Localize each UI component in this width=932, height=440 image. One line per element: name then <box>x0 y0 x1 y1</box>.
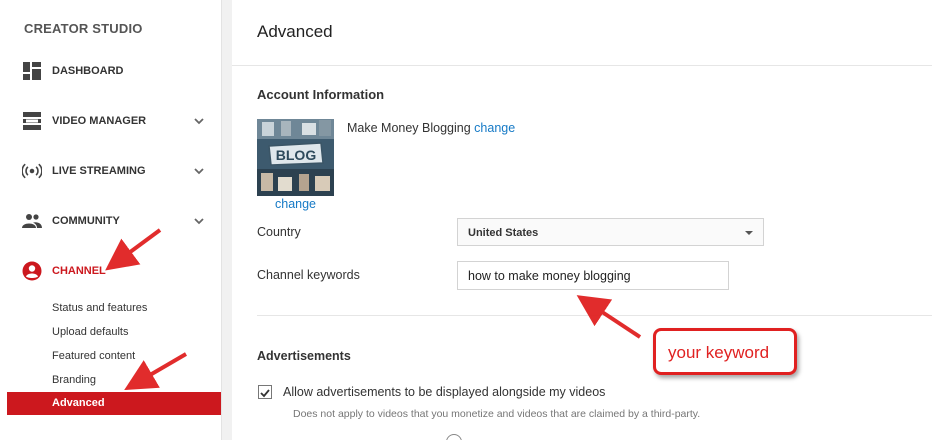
sidebar-subitem-advanced[interactable]: Advanced <box>7 392 221 415</box>
caret-down-icon <box>745 231 753 235</box>
sidebar-subitem-upload-defaults[interactable]: Upload defaults <box>52 326 128 338</box>
chevron-down-icon[interactable] <box>192 214 206 228</box>
sidebar-item-live-streaming[interactable]: LIVE STREAMING <box>0 156 222 186</box>
channel-keywords-input[interactable] <box>457 261 729 290</box>
sidebar-item-dashboard[interactable]: DASHBOARD <box>0 56 222 86</box>
section-divider <box>257 315 932 316</box>
sidebar-subitem-featured-content[interactable]: Featured content <box>52 350 135 362</box>
sidebar-item-label: VIDEO MANAGER <box>52 115 147 127</box>
sidebar-item-label: LIVE STREAMING <box>52 165 146 177</box>
sidebar-subitem-status-and-features[interactable]: Status and features <box>52 302 147 314</box>
checkmark-icon <box>260 389 270 398</box>
country-selected-value: United States <box>468 227 539 239</box>
channel-name-row: Make Money Blogging change <box>347 121 515 135</box>
keyword-callout: your keyword <box>653 328 797 375</box>
channel-keywords-label: Channel keywords <box>257 268 360 282</box>
sidebar-item-channel[interactable]: CHANNEL <box>0 256 222 286</box>
allow-ads-checkbox[interactable] <box>258 385 272 399</box>
chevron-down-icon[interactable] <box>192 114 206 128</box>
chevron-down-icon[interactable] <box>192 164 206 178</box>
change-channel-name-link[interactable]: change <box>474 121 515 135</box>
country-select[interactable]: United States <box>457 218 764 246</box>
thumbnail-text: BLOG <box>276 147 317 163</box>
sidebar-item-community[interactable]: COMMUNITY <box>0 206 222 236</box>
sidebar: CREATOR STUDIO DASHBOARD VIDEO MANAGER L… <box>0 0 222 440</box>
advertisements-title: Advertisements <box>257 349 351 363</box>
sidebar-title: CREATOR STUDIO <box>24 21 143 36</box>
video-manager-icon <box>22 111 42 131</box>
sidebar-item-label: COMMUNITY <box>52 215 120 227</box>
change-thumbnail-link[interactable]: change <box>275 197 316 211</box>
live-streaming-icon <box>22 161 42 181</box>
channel-name: Make Money Blogging <box>347 121 471 135</box>
page-header: Advanced <box>232 0 932 66</box>
sidebar-item-video-manager[interactable]: VIDEO MANAGER <box>0 106 222 136</box>
page-title: Advanced <box>257 22 333 41</box>
dashboard-icon <box>22 61 42 81</box>
ads-note: Does not apply to videos that you moneti… <box>293 408 701 420</box>
callout-text: your keyword <box>668 343 770 362</box>
radio-button[interactable] <box>446 434 462 440</box>
community-icon <box>22 211 42 231</box>
sidebar-item-label: DASHBOARD <box>52 65 124 77</box>
main-panel: Advanced Account Information BLOG Make M… <box>232 0 932 440</box>
sidebar-item-label: CHANNEL <box>52 265 106 277</box>
channel-thumbnail: BLOG <box>257 119 334 196</box>
country-label: Country <box>257 225 301 239</box>
sidebar-subitem-label: Advanced <box>52 397 105 409</box>
account-information-title: Account Information <box>257 87 385 102</box>
channel-icon <box>22 261 42 281</box>
allow-ads-label[interactable]: Allow advertisements to be displayed alo… <box>283 385 605 399</box>
sidebar-subitem-branding[interactable]: Branding <box>52 374 96 386</box>
